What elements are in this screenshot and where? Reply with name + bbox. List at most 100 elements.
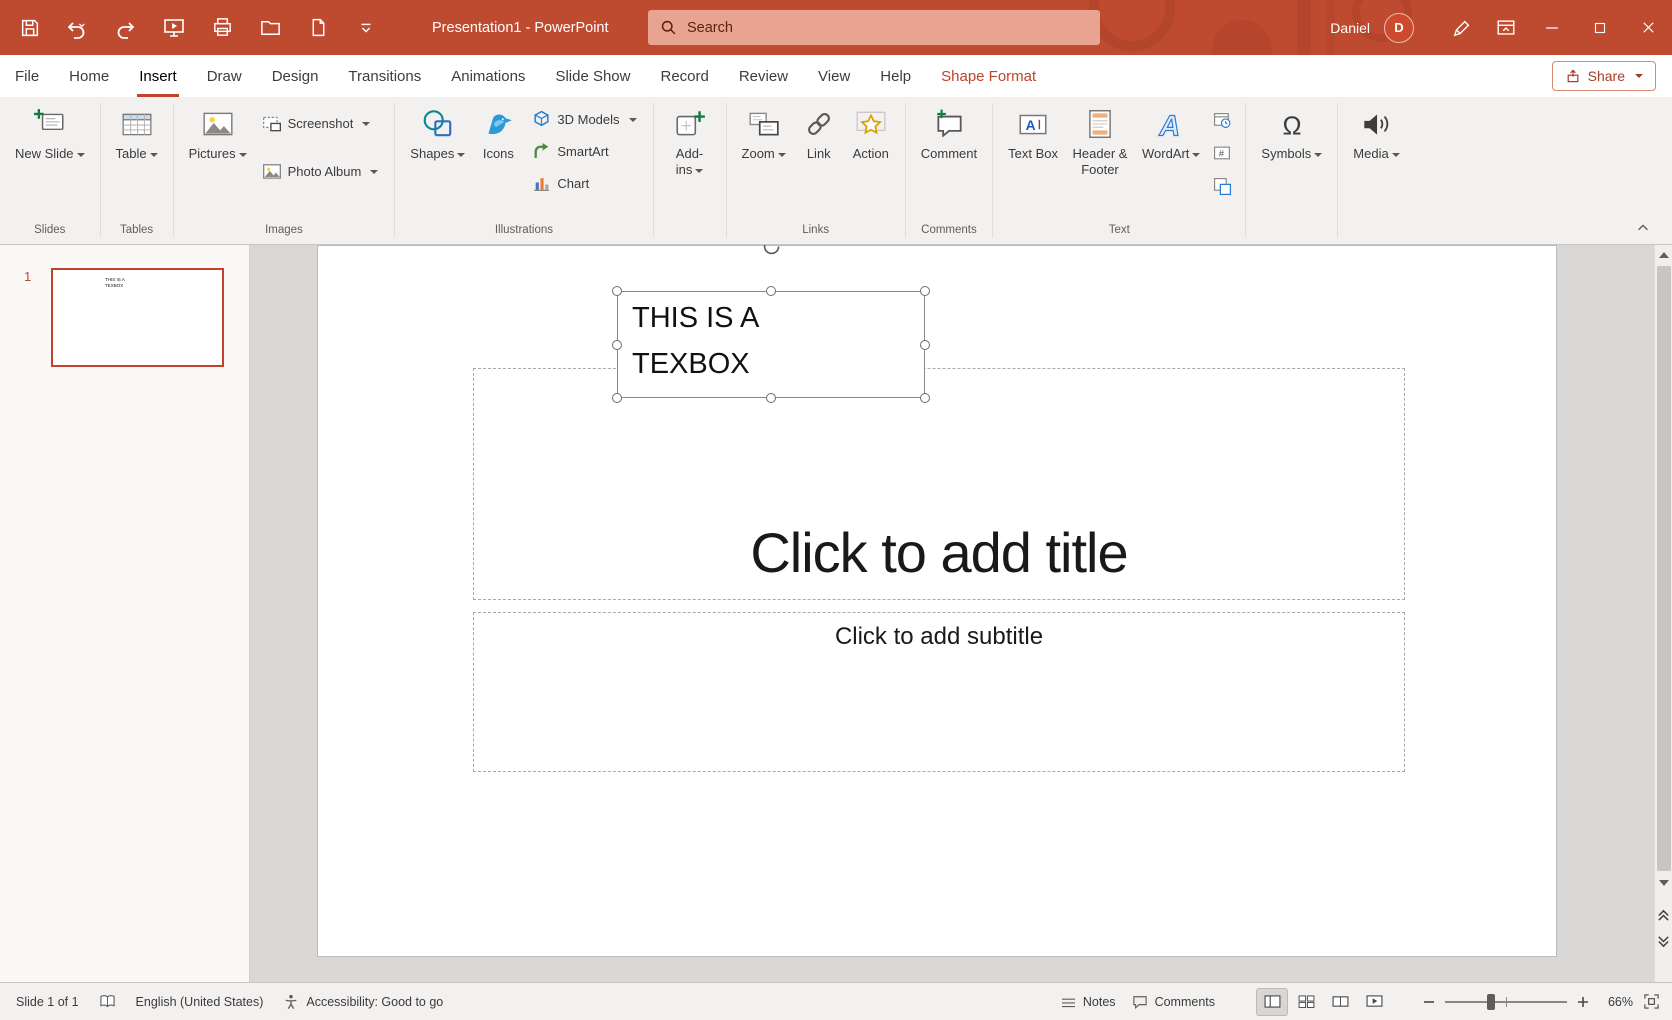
- language-indicator[interactable]: English (United States): [136, 995, 264, 1009]
- open-button[interactable]: [256, 11, 284, 45]
- maximize-button[interactable]: [1576, 0, 1624, 55]
- selection-handle-w[interactable]: [612, 340, 622, 350]
- table-button[interactable]: Table: [111, 100, 163, 162]
- tab-transitions[interactable]: Transitions: [333, 55, 436, 97]
- tab-slide-show[interactable]: Slide Show: [540, 55, 645, 97]
- chart-button[interactable]: Chart: [526, 172, 642, 195]
- media-button[interactable]: Media: [1348, 100, 1404, 162]
- title-placeholder[interactable]: Click to add title: [473, 368, 1405, 600]
- selection-handle-n[interactable]: [766, 286, 776, 296]
- date-time-button[interactable]: [1209, 108, 1235, 132]
- slide-show-icon: [1366, 995, 1383, 1008]
- scrollbar-thumb[interactable]: [1657, 266, 1671, 871]
- tab-help[interactable]: Help: [865, 55, 926, 97]
- zoom-out-button[interactable]: [1423, 996, 1435, 1008]
- work-area: 1 THIS IS A TEXBOX Click to add title Cl…: [0, 245, 1672, 982]
- customize-qat-button[interactable]: [352, 11, 380, 45]
- shapes-button[interactable]: Shapes: [405, 100, 470, 162]
- start-slideshow-button[interactable]: [160, 11, 188, 45]
- new-file-button[interactable]: [304, 11, 332, 45]
- comment-button[interactable]: Comment: [916, 100, 982, 162]
- selection-handle-s[interactable]: [766, 393, 776, 403]
- scroll-down-button[interactable]: [1655, 873, 1672, 892]
- slide-number-button[interactable]: #: [1209, 141, 1235, 165]
- avatar[interactable]: D: [1384, 13, 1414, 43]
- previous-slide-button[interactable]: [1655, 902, 1672, 928]
- selection-handle-nw[interactable]: [612, 286, 622, 296]
- slide-canvas[interactable]: Click to add title Click to add subtitle…: [317, 245, 1557, 957]
- slide-thumbnail[interactable]: THIS IS A TEXBOX: [51, 268, 224, 367]
- tab-review[interactable]: Review: [724, 55, 803, 97]
- tab-view[interactable]: View: [803, 55, 865, 97]
- search-input[interactable]: [687, 20, 1047, 36]
- user-name[interactable]: Daniel: [1330, 20, 1370, 36]
- selection-handle-se[interactable]: [920, 393, 930, 403]
- next-slide-button[interactable]: [1655, 928, 1672, 954]
- tab-file[interactable]: File: [0, 55, 54, 97]
- svg-text:A: A: [1159, 111, 1181, 141]
- tab-record[interactable]: Record: [645, 55, 723, 97]
- tab-shape-format[interactable]: Shape Format: [926, 55, 1051, 97]
- ribbon-display-options-button[interactable]: [1484, 0, 1528, 55]
- accessibility-checker[interactable]: Accessibility: Good to go: [283, 994, 443, 1010]
- tab-design[interactable]: Design: [257, 55, 334, 97]
- zoom-level[interactable]: 66%: [1599, 995, 1633, 1009]
- photo-album-button[interactable]: Photo Album: [256, 160, 385, 184]
- text-box-button[interactable]: A Text Box: [1003, 100, 1063, 162]
- ink-pen-button[interactable]: [1440, 0, 1484, 55]
- quick-print-button[interactable]: [208, 11, 236, 45]
- zoom-in-button[interactable]: [1577, 996, 1589, 1008]
- fit-slide-button[interactable]: [1643, 993, 1660, 1010]
- ribbon-group-label-addins: [664, 217, 716, 243]
- new-slide-button[interactable]: New Slide: [10, 100, 90, 162]
- spell-check-button[interactable]: [99, 994, 116, 1009]
- 3d-models-button[interactable]: 3D Models: [526, 108, 642, 131]
- undo-button[interactable]: [64, 11, 92, 45]
- zoom-slider-handle[interactable]: [1487, 994, 1495, 1010]
- icons-button[interactable]: Icons: [474, 100, 522, 162]
- header-footer-button[interactable]: Header & Footer: [1067, 100, 1133, 178]
- add-ins-button[interactable]: Add-ins: [664, 100, 716, 178]
- slide-indicator[interactable]: Slide 1 of 1: [16, 995, 79, 1009]
- textbox[interactable]: THIS IS A TEXBOX: [617, 291, 925, 398]
- normal-view-button[interactable]: [1257, 989, 1287, 1015]
- action-star-icon: [854, 105, 888, 143]
- close-icon: [1639, 18, 1658, 37]
- ribbon-group-label-media: [1348, 217, 1404, 243]
- zoom-button[interactable]: Zoom: [737, 100, 791, 162]
- zoom-slider[interactable]: [1445, 1001, 1567, 1003]
- pictures-button[interactable]: Pictures: [184, 100, 252, 162]
- save-button[interactable]: [16, 11, 44, 45]
- wordart-button[interactable]: A WordArt: [1137, 100, 1205, 162]
- tab-draw[interactable]: Draw: [192, 55, 257, 97]
- slide-sorter-icon: [1298, 995, 1315, 1008]
- collapse-ribbon-button[interactable]: [1630, 218, 1656, 238]
- action-button[interactable]: Action: [847, 100, 895, 162]
- tab-animations[interactable]: Animations: [436, 55, 540, 97]
- selection-handle-e[interactable]: [920, 340, 930, 350]
- print-icon: [211, 16, 234, 39]
- scroll-up-button[interactable]: [1655, 245, 1672, 264]
- selection-handle-sw[interactable]: [612, 393, 622, 403]
- selection-handle-ne[interactable]: [920, 286, 930, 296]
- object-button[interactable]: [1209, 174, 1235, 198]
- minimize-button[interactable]: [1528, 0, 1576, 55]
- textbox-text[interactable]: THIS IS A TEXBOX: [618, 292, 803, 387]
- search-box[interactable]: [648, 10, 1100, 45]
- notes-button[interactable]: Notes: [1061, 995, 1116, 1009]
- link-button[interactable]: Link: [795, 100, 843, 162]
- symbols-button[interactable]: Ω Symbols: [1256, 100, 1327, 162]
- subtitle-placeholder[interactable]: Click to add subtitle: [473, 612, 1405, 772]
- scrollbar-track[interactable]: [1655, 264, 1672, 873]
- slide-sorter-view-button[interactable]: [1291, 989, 1321, 1015]
- slide-show-button[interactable]: [1359, 989, 1389, 1015]
- close-button[interactable]: [1624, 0, 1672, 55]
- share-button[interactable]: Share: [1552, 61, 1656, 91]
- redo-button[interactable]: [112, 11, 140, 45]
- reading-view-button[interactable]: [1325, 989, 1355, 1015]
- smartart-button[interactable]: SmartArt: [526, 140, 642, 163]
- comments-button[interactable]: Comments: [1132, 995, 1215, 1009]
- tab-insert[interactable]: Insert: [124, 55, 192, 97]
- screenshot-button[interactable]: Screenshot: [256, 112, 385, 136]
- tab-home[interactable]: Home: [54, 55, 124, 97]
